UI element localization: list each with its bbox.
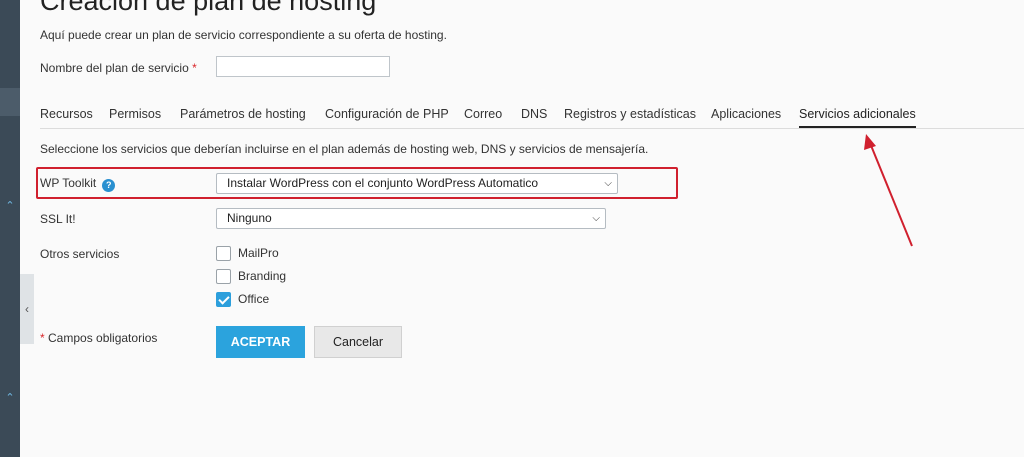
tab-servicios-adicionales[interactable]: Servicios adicionales bbox=[799, 107, 916, 128]
required-mark: * bbox=[192, 61, 197, 75]
ssl-it-select[interactable]: Ninguno ⌵ bbox=[216, 208, 606, 229]
chevron-down-icon: ⌵ bbox=[592, 213, 600, 224]
sidebar-collapse-handle[interactable]: ‹ bbox=[20, 274, 34, 344]
cancel-button[interactable]: Cancelar bbox=[314, 326, 402, 358]
other-services-label: Otros servicios bbox=[40, 247, 120, 261]
chevron-left-icon: ‹ bbox=[25, 302, 29, 316]
branding-option[interactable]: Branding bbox=[216, 268, 286, 284]
office-checkbox[interactable] bbox=[216, 291, 231, 307]
section-description: Seleccione los servicios que deberían in… bbox=[40, 142, 649, 156]
chevron-up-icon[interactable]: ⌃ bbox=[0, 200, 20, 212]
tab-aplicaciones[interactable]: Aplicaciones bbox=[711, 107, 781, 126]
accept-button[interactable]: ACEPTAR bbox=[216, 326, 305, 358]
branding-checkbox[interactable] bbox=[216, 268, 231, 284]
mailpro-option[interactable]: MailPro bbox=[216, 245, 279, 261]
plan-name-input[interactable] bbox=[216, 56, 390, 77]
tab-registros-estadisticas[interactable]: Registros y estadísticas bbox=[564, 107, 696, 126]
page-intro: Aquí puede crear un plan de servicio cor… bbox=[40, 28, 447, 42]
tab-configuracion-php[interactable]: Configuración de PHP bbox=[325, 107, 449, 126]
tab-parametros-hosting[interactable]: Parámetros de hosting bbox=[180, 107, 306, 126]
tab-dns[interactable]: DNS bbox=[521, 107, 547, 126]
tab-bar: Recursos Permisos Parámetros de hosting … bbox=[40, 100, 1024, 129]
left-sidebar: ⌃ ⌃ bbox=[0, 0, 20, 457]
annotation-highlight-box bbox=[36, 167, 678, 199]
tab-correo[interactable]: Correo bbox=[464, 107, 502, 126]
mailpro-checkbox[interactable] bbox=[216, 245, 231, 261]
plan-name-label: Nombre del plan de servicio * bbox=[40, 61, 197, 75]
office-option[interactable]: Office bbox=[216, 291, 269, 307]
page-title: Creación de plan de hosting bbox=[40, 0, 377, 16]
sidebar-active-item[interactable] bbox=[0, 88, 20, 116]
chevron-up-icon[interactable]: ⌃ bbox=[0, 392, 20, 404]
tab-recursos[interactable]: Recursos bbox=[40, 107, 93, 126]
tab-permisos[interactable]: Permisos bbox=[109, 107, 161, 126]
required-fields-note: * Campos obligatorios bbox=[40, 331, 158, 345]
ssl-it-label: SSL It! bbox=[40, 212, 76, 226]
